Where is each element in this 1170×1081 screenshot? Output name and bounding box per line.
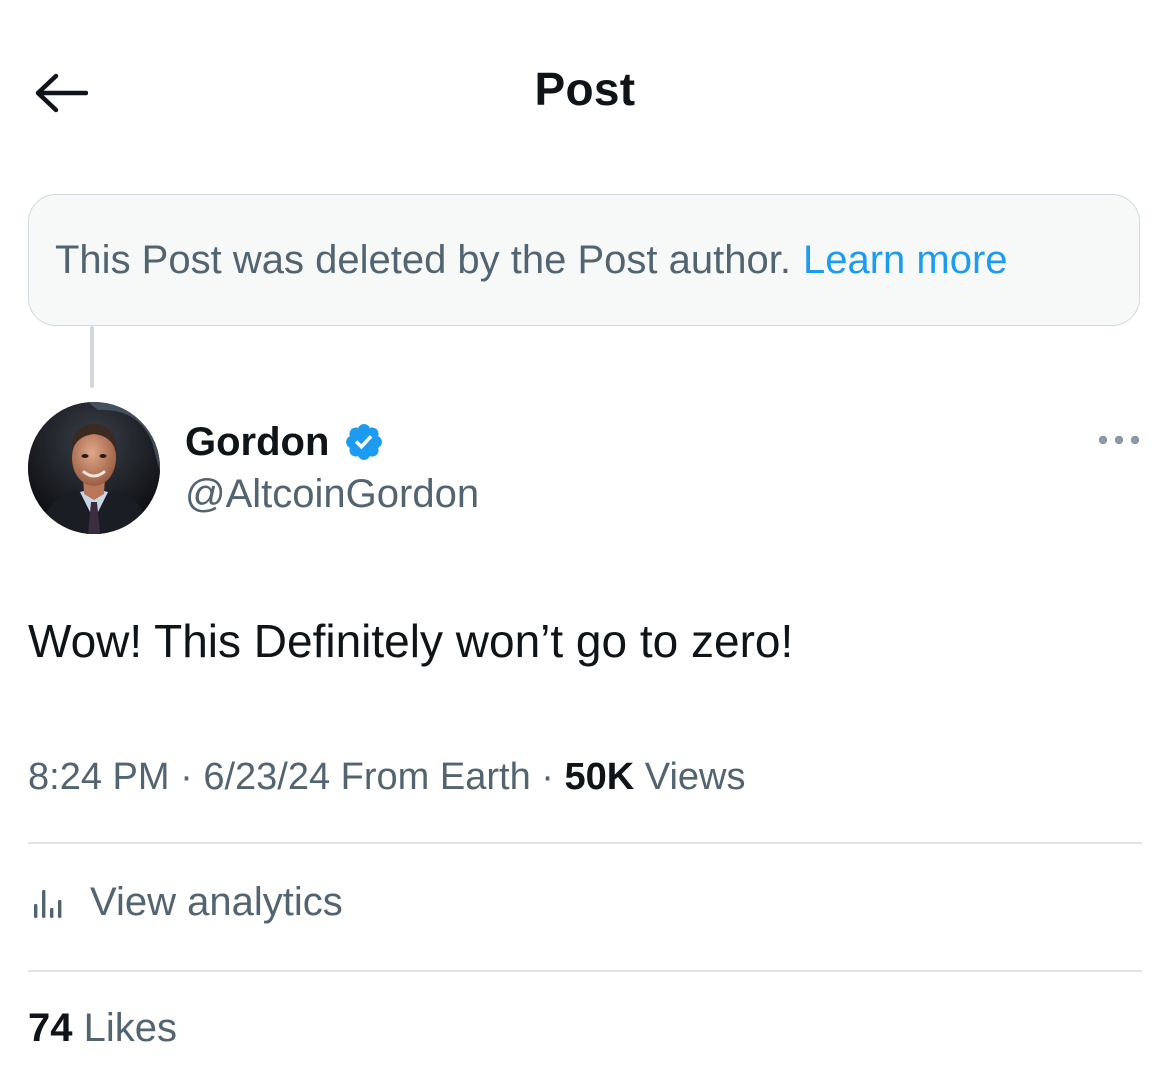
verified-badge-icon	[346, 424, 383, 460]
avatar[interactable]	[28, 402, 160, 534]
learn-more-link[interactable]: Learn more	[803, 238, 1008, 283]
author-name[interactable]: Gordon	[185, 420, 329, 465]
likes-link[interactable]: 74 Likes	[28, 1006, 177, 1051]
likes-count: 74	[28, 1006, 73, 1050]
post-metadata: 8:24 PM · 6/23/24 From Earth · 50K Views	[28, 756, 745, 799]
page-title: Post	[534, 63, 636, 115]
divider	[28, 970, 1142, 972]
divider	[28, 842, 1142, 844]
post-date[interactable]: 6/23/24	[203, 756, 330, 798]
view-analytics-label: View analytics	[90, 879, 343, 924]
post-text: Wow! This Definitely won’t go to zero!	[28, 615, 794, 667]
author-handle[interactable]: @AltcoinGordon	[185, 472, 479, 517]
likes-label: Likes	[83, 1006, 178, 1050]
author-name-row: Gordon	[185, 416, 385, 468]
meta-separator: ·	[541, 756, 554, 798]
more-options-icon	[1098, 435, 1140, 445]
post-source: From Earth	[340, 756, 531, 798]
more-options-button[interactable]	[1094, 426, 1144, 454]
top-bar: Post	[0, 0, 1170, 180]
post-time[interactable]: 8:24 PM	[28, 756, 170, 798]
avatar-image	[28, 402, 160, 534]
views-label: Views	[644, 756, 746, 798]
thread-connector-line	[90, 326, 94, 388]
deleted-notice-text: This Post was deleted by the Post author…	[55, 237, 791, 282]
meta-separator: ·	[180, 756, 193, 798]
view-analytics-button[interactable]: View analytics	[28, 870, 343, 934]
views-count: 50K	[564, 756, 635, 798]
deleted-post-notice: This Post was deleted by the Post author…	[28, 194, 1140, 326]
bar-chart-icon	[34, 890, 62, 918]
